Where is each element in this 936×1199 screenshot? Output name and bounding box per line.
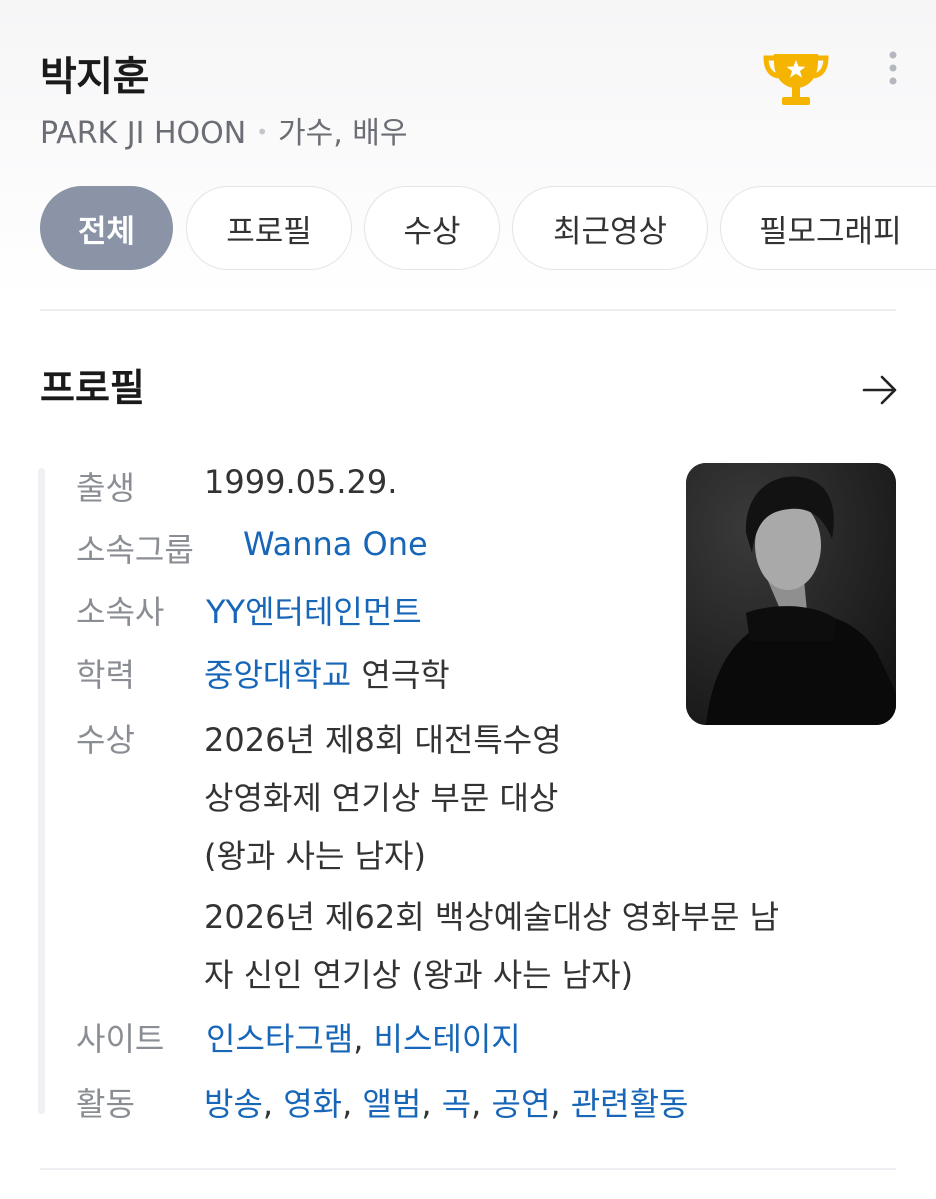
tab-filmography[interactable]: 필모그래피 (720, 186, 936, 270)
award-line: 상영화제 연기상 부문 대상 (204, 779, 559, 817)
activity-label: 활동 (76, 1085, 135, 1123)
group-label: 소속그룹 (76, 531, 194, 569)
education-label: 학력 (76, 656, 135, 694)
birth-label: 출생 (76, 469, 135, 507)
profile-photo[interactable] (686, 463, 896, 725)
tab-profile[interactable]: 프로필 (186, 186, 352, 270)
award-line: 자 신인 연기상 (왕과 사는 남자) (204, 956, 634, 994)
activity-movie-link[interactable]: 영화 (283, 1085, 342, 1123)
person-name: 박지훈 (40, 54, 149, 100)
category-tabs: 전체 프로필 수상 최근영상 필모그래피 (40, 186, 936, 272)
birth-value: 1999.05.29. (204, 463, 398, 501)
bottom-divider (40, 1168, 896, 1170)
tab-recent-videos[interactable]: 최근영상 (512, 186, 708, 270)
occupation: 가수, 배우 (278, 116, 408, 151)
activity-album-link[interactable]: 앨범 (362, 1085, 421, 1123)
more-vertical-icon[interactable] (880, 48, 906, 88)
activity-performance-link[interactable]: 공연 (492, 1085, 551, 1123)
activity-song-link[interactable]: 곡 (442, 1085, 471, 1123)
trophy-icon[interactable] (760, 44, 832, 116)
site-label: 사이트 (76, 1020, 165, 1058)
activity-broadcast-link[interactable]: 방송 (204, 1085, 263, 1123)
tab-awards[interactable]: 수상 (364, 186, 500, 270)
major-text: 연극학 (361, 656, 450, 694)
bstage-link[interactable]: 비스테이지 (374, 1020, 521, 1058)
activity-links: 방송, 영화, 앨범, 곡, 공연, 관련활동 (204, 1085, 689, 1123)
education-value: 중앙대학교 연극학 (204, 650, 450, 696)
separator-dot: • (256, 120, 269, 144)
agency-label: 소속사 (76, 593, 165, 631)
activity-related-link[interactable]: 관련활동 (571, 1085, 689, 1123)
school-link[interactable]: 중앙대학교 (204, 656, 351, 694)
profile-left-bar (38, 468, 45, 1114)
group-link[interactable]: Wanna One (243, 525, 428, 563)
english-name: PARK JI HOON (40, 116, 247, 151)
instagram-link[interactable]: 인스타그램 (206, 1020, 353, 1058)
section-divider (40, 309, 896, 311)
agency-link[interactable]: YY엔터테인먼트 (206, 587, 422, 633)
awards-label: 수상 (76, 721, 135, 759)
site-links: 인스타그램, 비스테이지 (206, 1020, 521, 1058)
award-line: 2026년 제62회 백상예술대상 영화부문 남 (204, 898, 780, 936)
tab-all[interactable]: 전체 (40, 186, 173, 270)
award-line: (왕과 사는 남자) (204, 837, 426, 875)
arrow-right-icon[interactable] (860, 372, 900, 408)
person-subtitle: PARK JI HOON • 가수, 배우 (40, 108, 408, 152)
award-line: 2026년 제8회 대전특수영 (204, 721, 562, 759)
profile-section-title[interactable]: 프로필 (40, 357, 145, 412)
